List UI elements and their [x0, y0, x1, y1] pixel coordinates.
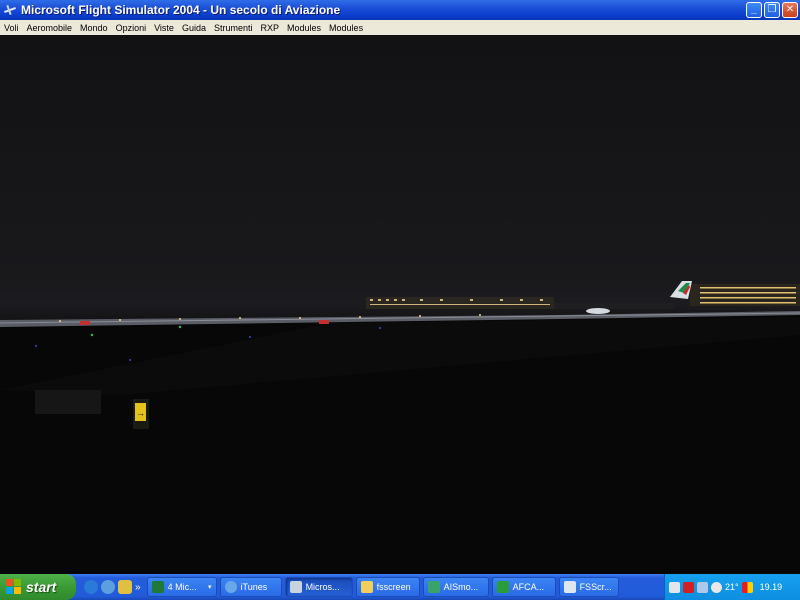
- menu-viste[interactable]: Viste: [150, 23, 178, 33]
- excel-icon: [151, 581, 164, 593]
- menu-bar: Voli Aeromobile Mondo Opzioni Viste Guid…: [0, 20, 800, 35]
- taskbar-button-fsscr[interactable]: FSScr...: [558, 577, 619, 597]
- taskbar-button-flight-sim[interactable]: Micros...: [284, 577, 353, 597]
- ati-icon[interactable]: [683, 581, 694, 593]
- clock: 19.19: [759, 582, 783, 592]
- apron: [554, 303, 674, 309]
- windows-logo-icon: [6, 579, 22, 595]
- taskbar-button-itunes[interactable]: iTunes: [219, 577, 282, 597]
- ie-icon[interactable]: [101, 580, 115, 594]
- menu-modules[interactable]: Modules: [283, 23, 325, 33]
- close-button[interactable]: ✕: [782, 2, 798, 18]
- itunes-icon: [224, 581, 237, 593]
- colorful-app-icon[interactable]: [741, 581, 753, 593]
- menu-voli[interactable]: Voli: [0, 23, 23, 33]
- taskbar-button-excel[interactable]: 4 Mic... ▾: [146, 577, 217, 597]
- chevron-down-icon: ▾: [208, 584, 212, 591]
- menu-modules-2[interactable]: Modules: [325, 23, 367, 33]
- system-tray: 21° 19.19: [664, 574, 800, 600]
- window-controls: _ ❐ ✕: [746, 2, 798, 18]
- terminal-building: [366, 297, 554, 309]
- app-icon: [427, 581, 440, 593]
- vehicle: [80, 321, 90, 325]
- flight-sim-icon: [289, 581, 302, 593]
- menu-mondo[interactable]: Mondo: [76, 23, 112, 33]
- sign-arrow-icon: →: [136, 408, 145, 418]
- menu-rxp[interactable]: RXP: [257, 23, 284, 33]
- taskbar-button-aismo[interactable]: AISmo...: [422, 577, 489, 597]
- menu-opzioni[interactable]: Opzioni: [112, 23, 151, 33]
- start-label: start: [26, 579, 57, 595]
- taskbar: start » 4 Mic... ▾ iTunes Micros... fssc…: [0, 574, 800, 600]
- plane-icon: [496, 581, 509, 593]
- temperature-readout: 21°: [725, 582, 739, 592]
- landing-light: [586, 308, 610, 314]
- night-scene: →: [0, 281, 800, 574]
- window-icon: [563, 581, 576, 593]
- network-icon[interactable]: [669, 581, 680, 593]
- vehicle: [319, 320, 329, 324]
- taskbar-button-fsscreen[interactable]: fsscreen: [355, 577, 420, 597]
- flight-sim-icon: [3, 3, 17, 17]
- title-bar: Microsoft Flight Simulator 2004 - Un sec…: [0, 0, 800, 20]
- menu-guida[interactable]: Guida: [178, 23, 210, 33]
- monitor-icon[interactable]: [697, 581, 708, 593]
- user-icon[interactable]: [711, 581, 722, 593]
- window-title: Microsoft Flight Simulator 2004 - Un sec…: [21, 3, 341, 17]
- sim-viewport[interactable]: →: [0, 35, 800, 574]
- minimize-button[interactable]: _: [746, 2, 762, 18]
- start-button[interactable]: start: [0, 574, 76, 600]
- folder-icon: [360, 581, 373, 593]
- quick-launch: »: [84, 580, 141, 594]
- quick-launch-more[interactable]: »: [135, 582, 141, 593]
- ground-shadow-box: [35, 390, 101, 414]
- restore-button[interactable]: ❐: [764, 2, 780, 18]
- menu-strumenti[interactable]: Strumenti: [210, 23, 257, 33]
- menu-aeromobile[interactable]: Aeromobile: [23, 23, 77, 33]
- browser-icon[interactable]: [84, 580, 98, 594]
- app-icon[interactable]: [118, 580, 132, 594]
- taskbar-button-afca[interactable]: AFCA...: [491, 577, 556, 597]
